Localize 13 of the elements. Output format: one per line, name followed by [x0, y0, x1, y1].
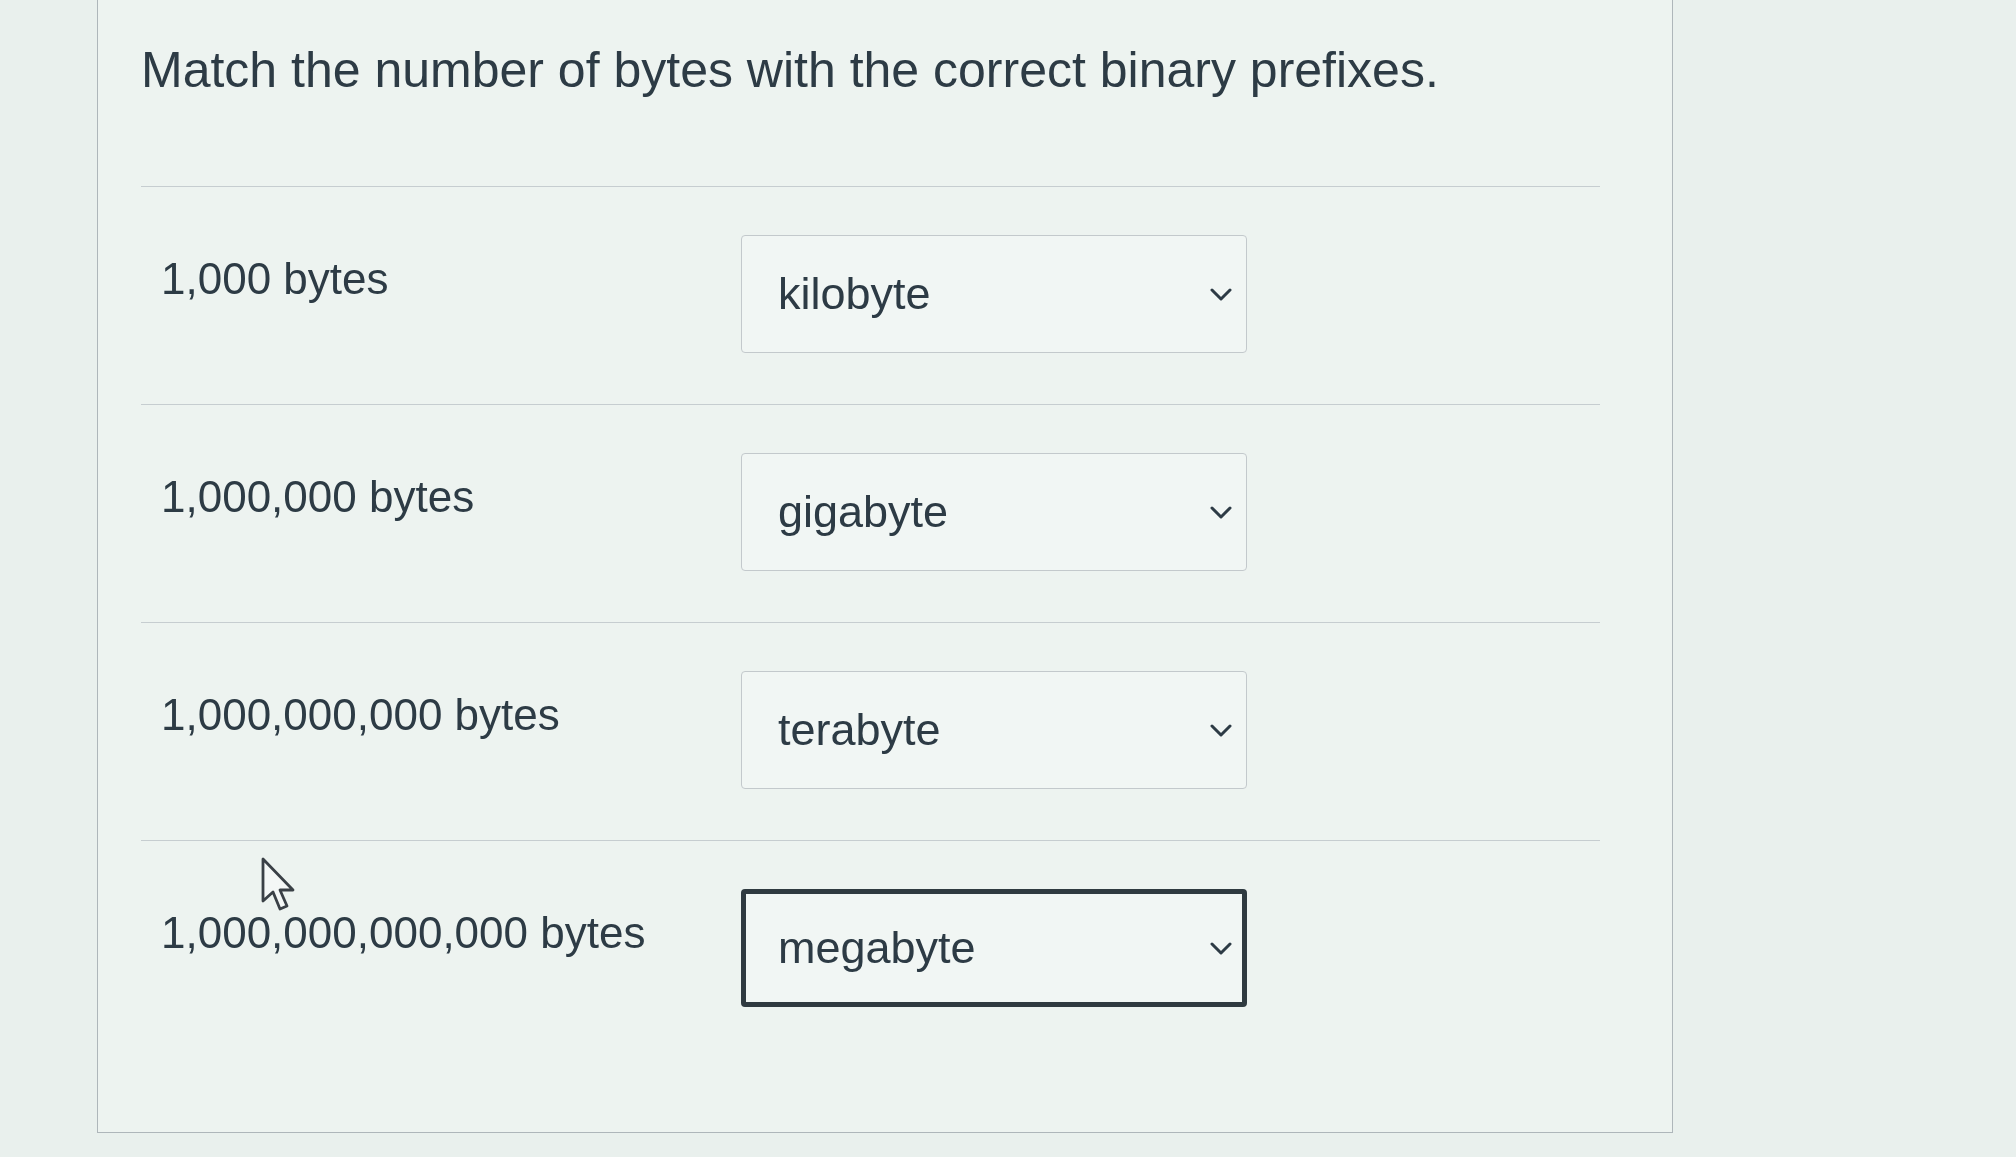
chevron-down-icon: [1210, 723, 1232, 737]
question-text: Match the number of bytes with the correct binary prefixes.: [141, 41, 1439, 100]
dropdown[interactable]: terabyte: [741, 671, 1247, 789]
chevron-down-icon: [1210, 941, 1232, 955]
dropdown[interactable]: megabyte: [741, 889, 1247, 1007]
dropdown[interactable]: gigabyte: [741, 453, 1247, 571]
prompt-text: 1,000,000,000 bytes: [161, 689, 560, 741]
prompt-text: 1,000 bytes: [161, 253, 389, 305]
prompt-text: 1,000,000,000,000 bytes: [161, 907, 646, 959]
dropdown[interactable]: kilobyte: [741, 235, 1247, 353]
prompt-text: 1,000,000 bytes: [161, 471, 475, 523]
chevron-down-icon: [1210, 287, 1232, 301]
chevron-down-icon: [1210, 505, 1232, 519]
